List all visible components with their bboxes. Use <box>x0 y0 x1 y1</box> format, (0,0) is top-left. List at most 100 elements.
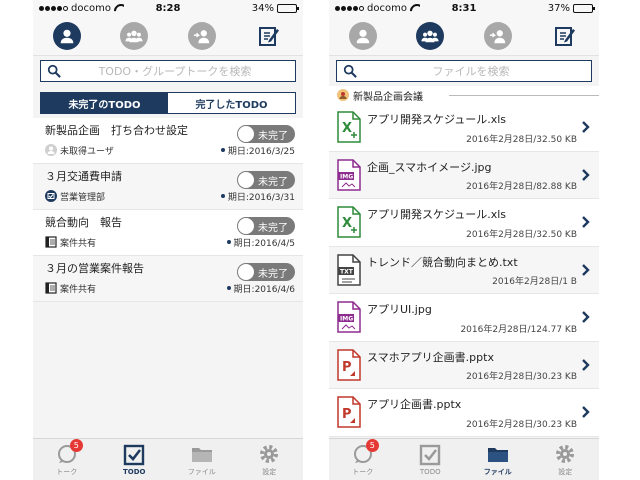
group-icon <box>421 30 439 42</box>
file-row[interactable]: IMG アプリUI.jpg 2016年2月28日/124.77 KB <box>329 294 599 342</box>
tab-todo[interactable]: TODO <box>403 444 457 476</box>
unread-badge: 5 <box>365 438 379 452</box>
group-header: 新製品企画会議 <box>329 86 599 104</box>
status-toggle[interactable]: 未完了 <box>237 217 295 235</box>
tab-todo[interactable]: TODO <box>107 444 161 476</box>
group-name: 新製品企画会議 <box>353 91 423 103</box>
gear-icon <box>556 444 575 463</box>
status-label: 未完了 <box>258 176 288 188</box>
file-row[interactable]: IMG 企画_スマホイメージ.jpg 2016年2月28日/82.88 KB <box>329 151 599 199</box>
file-row[interactable]: P アプリ企画書.pptx 2016年2月28日/30.23 KB <box>329 389 599 437</box>
status-bar: docomo 8:28 34% <box>33 0 303 16</box>
file-name: アプリ企画書.pptx <box>367 398 462 411</box>
person-icon <box>60 29 74 43</box>
edit-icon <box>259 26 280 46</box>
file-info: 2016年2月28日/32.50 KB <box>466 134 577 145</box>
tab-incomplete-todo[interactable]: 未完了のTODO <box>41 93 168 113</box>
top-nav <box>33 16 303 56</box>
text-file-icon: TXT <box>337 254 361 286</box>
tab-settings[interactable]: 設定 <box>242 443 296 477</box>
todo-row[interactable]: 競合動向 報告 未完了 案件共有 期日:2016/4/5 <box>33 210 303 256</box>
file-info: 2016年2月28日/82.88 KB <box>466 182 577 192</box>
tab-label: トーク <box>56 467 78 476</box>
due-date: 期日:2016/4/6 <box>233 284 295 295</box>
search-icon <box>343 64 357 78</box>
status-label: 未完了 <box>258 268 288 280</box>
svg-text:P: P <box>342 407 352 422</box>
todo-row[interactable]: 新製品企画 打ち合わせ設定 未完了 未取得ユーザ 期日:2016/3/25 <box>33 118 303 164</box>
image-file-icon: IMG <box>337 159 361 191</box>
file-name: トレンド／競合動向まとめ.txt <box>367 255 518 269</box>
todo-list: 新製品企画 打ち合わせ設定 未完了 未取得ユーザ 期日:2016/3/25 ３月… <box>33 118 303 302</box>
gear-icon <box>260 444 279 463</box>
group-button[interactable] <box>416 21 445 50</box>
file-row[interactable]: X アプリ開発スケジュール.xls 2016年2月28日/32.50 KB <box>329 104 599 152</box>
todo-row[interactable]: ３月交通費申請 未完了 営業管理部 期日:2016/3/31 <box>33 164 303 210</box>
tab-label: トーク <box>352 467 374 476</box>
powerpoint-file-icon: P <box>337 349 361 381</box>
chevron-right-icon <box>582 358 590 371</box>
group-avatar-icon <box>337 89 349 101</box>
search-input[interactable] <box>61 64 289 78</box>
due-date: 期日:2016/3/25 <box>227 146 295 157</box>
profile-button[interactable] <box>348 21 377 50</box>
excel-file-icon: X <box>337 111 361 143</box>
edit-icon <box>555 26 576 46</box>
compose-button[interactable] <box>255 22 283 50</box>
chevron-right-icon <box>582 406 590 419</box>
add-user-button[interactable] <box>483 21 512 50</box>
search-bar <box>336 60 592 82</box>
file-info: 2016年2月28日/1 B <box>492 277 577 287</box>
due-date: 期日:2016/4/5 <box>233 238 295 249</box>
tab-talk[interactable]: 5 トーク <box>336 438 390 477</box>
svg-text:IMG: IMG <box>340 316 353 323</box>
group-button[interactable] <box>120 21 149 50</box>
file-row[interactable]: TXT トレンド／競合動向まとめ.txt 2016年2月28日/1 B <box>329 246 599 294</box>
signal-icon <box>335 5 364 11</box>
chevron-right-icon <box>582 263 590 276</box>
file-list: X アプリ開発スケジュール.xls 2016年2月28日/32.50 KB IM… <box>329 104 599 437</box>
file-info: 2016年2月28日/30.23 KB <box>466 419 577 430</box>
excel-file-icon: X <box>337 206 361 238</box>
svg-text:TXT: TXT <box>340 268 354 275</box>
todo-row[interactable]: ３月の営業案件報告 未完了 案件共有 期日:2016/4/6 <box>33 256 303 302</box>
status-toggle[interactable]: 未完了 <box>237 171 295 189</box>
status-toggle[interactable]: 未完了 <box>237 263 295 281</box>
tab-complete-todo[interactable]: 完了したTODO <box>168 93 295 113</box>
group-icon <box>125 30 143 42</box>
file-info: 2016年2月28日/32.50 KB <box>466 229 577 240</box>
divider <box>449 95 599 96</box>
top-nav <box>329 16 599 56</box>
assignee-label: 営業管理部 <box>60 192 106 203</box>
tab-label: ファイル <box>483 467 512 476</box>
tab-settings[interactable]: 設定 <box>538 443 592 477</box>
todo-segment-control: 未完了のTODO 完了したTODO <box>40 92 296 114</box>
file-row[interactable]: X アプリ開発スケジュール.xls 2016年2月28日/32.50 KB <box>329 199 599 247</box>
unread-badge: 5 <box>69 438 83 452</box>
tab-talk[interactable]: 5 トーク <box>40 438 94 477</box>
profile-button[interactable] <box>52 21 81 50</box>
svg-text:X: X <box>342 216 352 231</box>
assignee-label: 案件共有 <box>60 238 97 249</box>
carrier-label: docomo <box>71 2 111 14</box>
chevron-right-icon <box>582 168 590 181</box>
tab-label: TODO <box>419 467 441 476</box>
battery-icon <box>277 3 299 13</box>
tab-file[interactable]: ファイル <box>175 443 229 477</box>
tab-file[interactable]: ファイル <box>471 443 525 477</box>
svg-text:X: X <box>342 121 352 136</box>
user-transfer-icon <box>489 29 505 43</box>
file-name: アプリUI.jpg <box>367 303 432 316</box>
file-screen: docomo 8:31 37% 新製品企画会議 <box>329 0 599 480</box>
file-info: 2016年2月28日/124.77 KB <box>460 324 577 335</box>
battery-percent: 34% <box>251 2 274 14</box>
signal-icon <box>39 5 68 11</box>
group-icon <box>45 190 57 202</box>
tab-bar: 5 トーク TODO ファイル 設定 <box>329 438 599 480</box>
status-toggle[interactable]: 未完了 <box>237 125 295 143</box>
file-search-input[interactable] <box>357 64 585 78</box>
file-row[interactable]: P スマホアプリ企画書.pptx 2016年2月28日/30.23 KB <box>329 341 599 389</box>
add-user-button[interactable] <box>187 21 216 50</box>
compose-button[interactable] <box>551 22 579 50</box>
due-date: 期日:2016/3/31 <box>227 192 295 203</box>
